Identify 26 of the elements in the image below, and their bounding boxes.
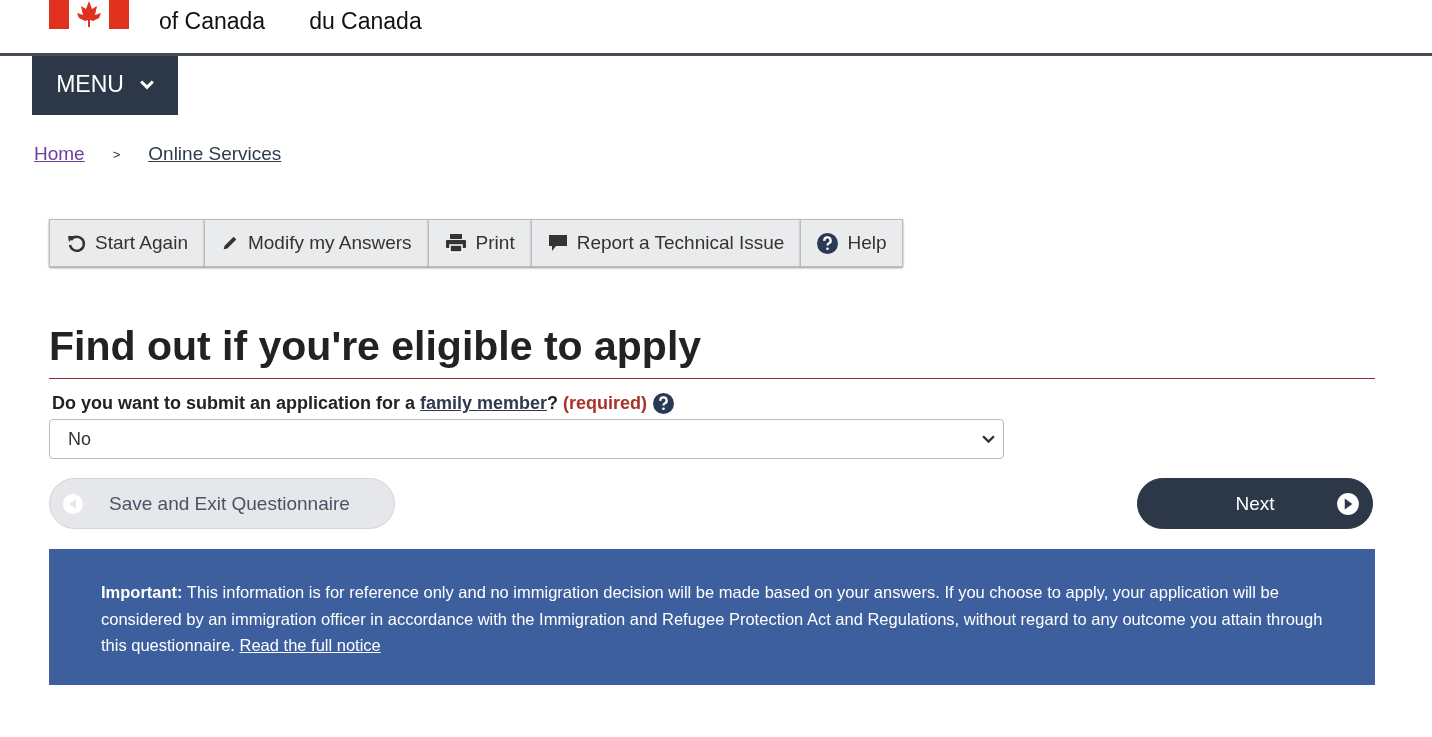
help-icon — [817, 232, 839, 254]
toolbar-button[interactable]: Start Again — [49, 219, 205, 267]
breadcrumb-separator: > — [112, 146, 121, 162]
question-label: Do you want to submit an application for a family member? (required) — [51, 393, 648, 415]
notice-text: Important: This information is for reference only and no immigration decision will be made based on your answers. If you choose to apply, your application will be considered by an immigration officer in accordance with the Immigration and Refugee Protection Act and Regulations, without regard to any outcome you attain through this questionnaire. Read the full notice — [101, 582, 1323, 657]
family-member-link[interactable]: family member — [420, 393, 548, 414]
help-icon[interactable] — [653, 393, 675, 415]
speech-bubble-icon — [547, 233, 568, 253]
menu-button[interactable]: MENU — [32, 54, 178, 115]
next-button[interactable]: Next — [1137, 478, 1373, 530]
chevron-down-icon — [982, 434, 995, 444]
breadcrumb-link[interactable]: Online Services — [148, 143, 282, 165]
page-heading: Find out if you're eligible to apply — [49, 323, 1375, 380]
government-name-french: du Canada — [309, 10, 422, 33]
read-notice-link[interactable]: Read the full notice — [239, 636, 381, 655]
government-name: of Canada — [159, 10, 266, 33]
answer-dropdown[interactable]: No — [49, 419, 1004, 460]
canada-flag-icon — [49, 0, 129, 29]
toolbar-button[interactable]: Print — [427, 219, 532, 267]
toolbar-button[interactable]: Report a Technical Issue — [530, 219, 802, 267]
restart-icon — [66, 233, 86, 253]
chevron-down-icon — [139, 79, 154, 90]
breadcrumb-link[interactable]: Home — [34, 143, 85, 165]
toolbar-button[interactable]: Modify my Answers — [203, 219, 429, 267]
toolbar-button[interactable]: Help — [800, 219, 904, 267]
printer-icon — [444, 233, 467, 253]
